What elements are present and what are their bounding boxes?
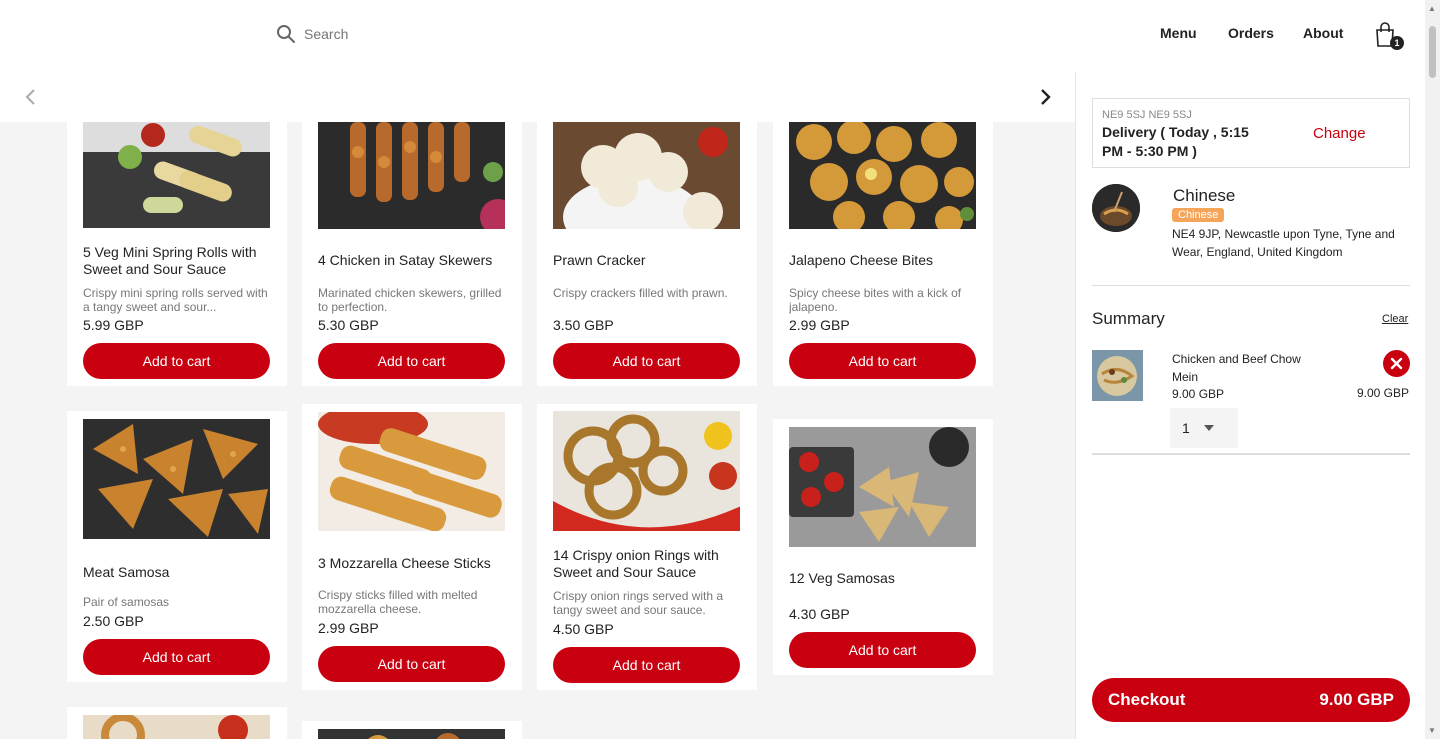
product-image	[789, 427, 976, 547]
product-price: 3.50 GBP	[553, 317, 614, 333]
product-price: 4.30 GBP	[789, 606, 850, 622]
checkout-label: Checkout	[1108, 690, 1186, 709]
checkout-button[interactable]: Checkout 9.00 GBP	[1092, 678, 1410, 722]
cart-item-name: Chicken and Beef Chow Mein	[1172, 352, 1301, 384]
product-description: Crispy onion rings served with a tangy s…	[553, 589, 724, 617]
add-to-cart-button[interactable]: Add to cart	[83, 639, 270, 675]
product-name: Prawn Cracker	[553, 252, 646, 268]
delivery-postcode: NE9 5SJ NE9 5SJ	[1102, 109, 1192, 121]
add-to-cart-button[interactable]: Add to cart	[789, 632, 976, 668]
chevron-left-icon[interactable]	[22, 86, 40, 108]
scroll-up-arrow[interactable]: ▲	[1428, 4, 1436, 13]
nav-menu[interactable]: Menu	[1160, 25, 1197, 41]
delivery-time: Delivery ( Today , 5:15 PM - 5:30 PM )	[1102, 124, 1249, 159]
product-description: Marinated chicken skewers, grilled to pe…	[318, 286, 502, 314]
product-card: 3 Mozzarella Cheese Sticks Crispy sticks…	[302, 404, 522, 690]
restaurant-address: NE4 9JP, Newcastle upon Tyne, Tyne and W…	[1172, 227, 1395, 259]
product-image	[553, 411, 740, 531]
product-name: 4 Chicken in Satay Skewers	[318, 252, 493, 268]
clear-cart-link[interactable]: Clear	[1382, 313, 1408, 325]
remove-item-button[interactable]	[1383, 350, 1410, 377]
product-name: 12 Veg Samosas	[789, 570, 895, 586]
product-image	[318, 412, 505, 531]
product-price: 4.50 GBP	[553, 621, 614, 637]
add-to-cart-button[interactable]: Add to cart	[318, 343, 505, 379]
product-price: 2.99 GBP	[318, 620, 379, 636]
change-delivery-link[interactable]: Change	[1313, 125, 1366, 142]
product-image	[318, 729, 505, 739]
product-price: 5.99 GBP	[83, 317, 144, 333]
product-description: Crispy crackers filled with prawn.	[553, 286, 728, 300]
top-header: Menu Orders About 1	[0, 0, 1425, 72]
product-price: 2.50 GBP	[83, 613, 144, 629]
add-to-cart-button[interactable]: Add to cart	[553, 647, 740, 683]
product-name: Jalapeno Cheese Bites	[789, 252, 933, 268]
product-image	[318, 122, 505, 229]
menu-area: 5 Veg Mini Spring Rolls with Sweet and S…	[0, 72, 1075, 739]
product-image	[83, 715, 270, 739]
product-card: 12 Veg Samosas 4.30 GBP Add to cart	[773, 419, 993, 675]
product-description: Crispy mini spring rolls served with a t…	[83, 286, 268, 314]
add-to-cart-button[interactable]: Add to cart	[789, 343, 976, 379]
add-to-cart-button[interactable]: Add to cart	[83, 343, 270, 379]
quantity-value: 1	[1182, 420, 1190, 436]
product-name: 5 Veg Mini Spring Rolls with Sweet and S…	[83, 244, 257, 277]
search-bar	[276, 24, 504, 44]
restaurant-logo	[1092, 184, 1140, 232]
search-icon[interactable]	[276, 24, 296, 44]
product-card: 5 Veg Mini Spring Rolls with Sweet and S…	[67, 102, 287, 386]
add-to-cart-button[interactable]: Add to cart	[318, 646, 505, 682]
scrollbar-thumb[interactable]	[1429, 26, 1436, 78]
chevron-right-icon[interactable]	[1036, 86, 1054, 108]
cart-item-price: 9.00 GBP	[1172, 387, 1225, 401]
quantity-select[interactable]: 1	[1170, 408, 1238, 448]
product-image	[553, 122, 740, 229]
product-price: 5.30 GBP	[318, 317, 379, 333]
product-description: Crispy sticks filled with melted mozzare…	[318, 588, 478, 616]
page-scrollbar[interactable]	[1425, 0, 1440, 739]
product-card	[302, 721, 522, 739]
product-description: Pair of samosas	[83, 595, 170, 609]
product-image	[83, 122, 270, 228]
cart-count-badge: 1	[1390, 36, 1404, 50]
product-card: Jalapeno Cheese Bites Spicy cheese bites…	[773, 102, 993, 386]
product-price: 2.99 GBP	[789, 317, 850, 333]
close-icon	[1390, 357, 1403, 370]
nav-about[interactable]: About	[1303, 25, 1343, 41]
cart-item-total: 9.00 GBP	[1356, 386, 1409, 400]
product-image	[789, 122, 976, 229]
category-bar	[0, 72, 1075, 122]
cart-button[interactable]: 1	[1374, 22, 1404, 50]
product-description: Spicy cheese bites with a kick of jalape…	[789, 286, 962, 314]
delivery-info: NE9 5SJ NE9 5SJ Delivery ( Today , 5:15 …	[1092, 98, 1410, 168]
product-card: 4 Chicken in Satay Skewers Marinated chi…	[302, 102, 522, 386]
cuisine-tag: Chinese	[1172, 208, 1225, 222]
product-card: Meat Samosa Pair of samosas 2.50 GBP Add…	[67, 411, 287, 682]
nav-orders[interactable]: Orders	[1228, 25, 1274, 41]
restaurant-name: Chinese	[1173, 186, 1236, 205]
product-name: 3 Mozzarella Cheese Sticks	[318, 555, 491, 571]
summary-title: Summary	[1092, 309, 1165, 328]
product-name: 14 Crispy onion Rings with Sweet and Sou…	[553, 547, 719, 580]
product-card: Prawn Cracker Crispy crackers filled wit…	[537, 102, 757, 386]
search-input[interactable]	[304, 26, 504, 42]
product-card	[67, 707, 287, 739]
scroll-down-arrow[interactable]: ▼	[1428, 726, 1436, 735]
caret-down-icon	[1203, 425, 1214, 431]
cart-item-image	[1092, 350, 1143, 401]
divider	[1092, 453, 1410, 455]
divider	[1092, 285, 1410, 286]
product-card: 14 Crispy onion Rings with Sweet and Sou…	[537, 404, 757, 690]
product-image	[83, 419, 270, 539]
order-panel: NE9 5SJ NE9 5SJ Delivery ( Today , 5:15 …	[1075, 72, 1425, 739]
checkout-total: 9.00 GBP	[1319, 690, 1394, 709]
add-to-cart-button[interactable]: Add to cart	[553, 343, 740, 379]
product-name: Meat Samosa	[83, 564, 170, 580]
